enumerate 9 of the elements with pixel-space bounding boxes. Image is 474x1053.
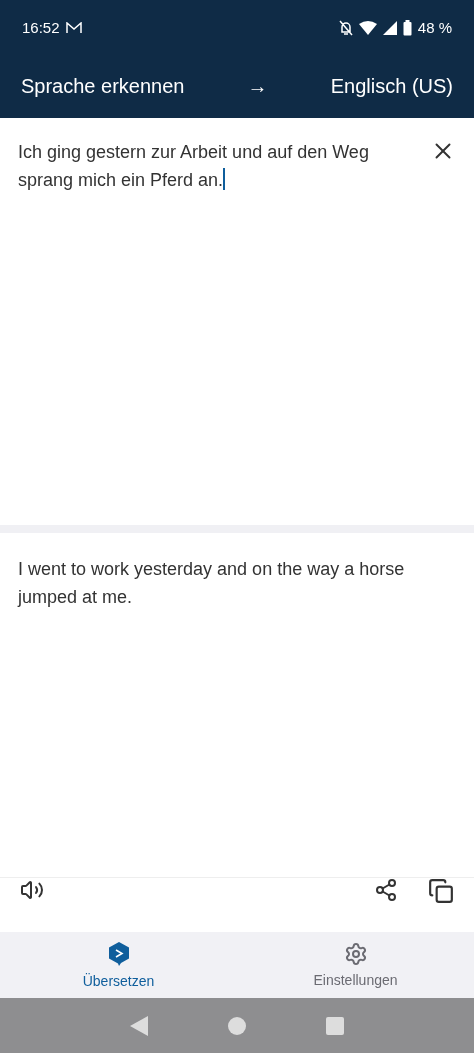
direction-arrow: → <box>247 75 268 98</box>
target-language[interactable]: Englisch (US) <box>330 75 453 98</box>
battery-level: 48 % <box>417 19 452 36</box>
translation-text: I went to work yesterday and on the way a horse jumped at me. <box>18 559 405 607</box>
source-language[interactable]: Sprache erkennen <box>21 75 185 98</box>
nav-tab[interactable]: Übersetzen <box>0 932 237 998</box>
source-text-field[interactable]: Ich ging gestern zur Arbeit und auf den Weg sprang mich ein Pferd an. <box>18 138 418 525</box>
nav-tab[interactable]: Einstellungen <box>237 932 474 998</box>
clock: 16:52 <box>22 19 60 36</box>
